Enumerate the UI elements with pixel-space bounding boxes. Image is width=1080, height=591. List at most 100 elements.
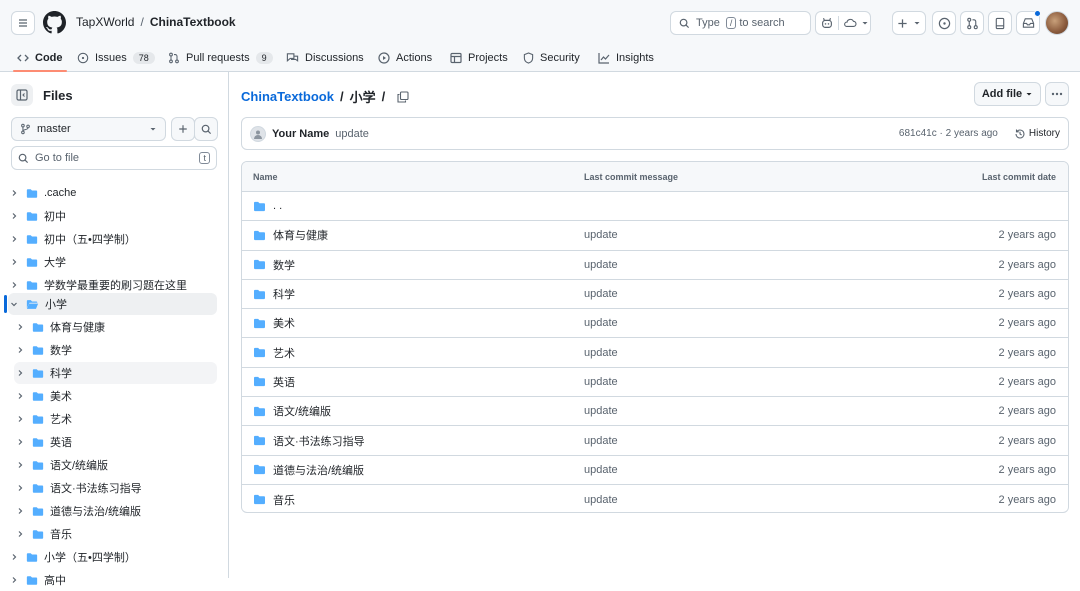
row-name[interactable]: 英语 bbox=[273, 374, 295, 390]
tree-item[interactable]: 语文/统编版 bbox=[14, 454, 217, 476]
chevron-right-icon bbox=[8, 576, 20, 584]
tree-item[interactable]: 高中 bbox=[8, 569, 217, 591]
collapse-sidebar-button[interactable] bbox=[11, 84, 33, 106]
row-commit-message[interactable]: update bbox=[584, 397, 618, 425]
commit-meta[interactable]: 681c41c · 2 years ago bbox=[899, 128, 998, 139]
table-row[interactable]: 英语 update 2 years ago bbox=[242, 368, 1068, 398]
row-commit-message[interactable]: update bbox=[584, 485, 618, 512]
copy-path-icon[interactable] bbox=[397, 90, 409, 103]
repo-link[interactable]: ChinaTextbook bbox=[150, 15, 236, 29]
table-row[interactable]: 语文·书法练习指导 update 2 years ago bbox=[242, 426, 1068, 456]
table-row-parent[interactable]: . . bbox=[242, 192, 1068, 222]
chevron-down-icon bbox=[862, 22, 868, 25]
top-bar: TapXWorld / ChinaTextbook Type / to sear… bbox=[0, 0, 1080, 72]
row-name[interactable]: 科学 bbox=[273, 286, 295, 302]
row-name[interactable]: 体育与健康 bbox=[273, 227, 328, 243]
row-name[interactable]: 美术 bbox=[273, 315, 295, 331]
pull-requests-icon[interactable] bbox=[960, 11, 984, 35]
create-new-button[interactable] bbox=[892, 11, 926, 35]
file-table: Name Last commit message Last commit dat… bbox=[241, 161, 1069, 513]
chevron-right-icon bbox=[14, 346, 26, 354]
row-commit-message[interactable]: update bbox=[584, 309, 618, 337]
row-name[interactable]: 音乐 bbox=[273, 492, 295, 508]
folder-icon bbox=[253, 494, 266, 505]
tree-item[interactable]: 大学 bbox=[8, 251, 217, 273]
tree-item[interactable]: 体育与健康 bbox=[14, 316, 217, 338]
table-row[interactable]: 科学 update 2 years ago bbox=[242, 280, 1068, 310]
tab-code[interactable]: Code bbox=[13, 44, 66, 72]
row-commit-message[interactable]: update bbox=[584, 251, 618, 279]
table-row[interactable]: 体育与健康 update 2 years ago bbox=[242, 221, 1068, 251]
row-name[interactable]: 艺术 bbox=[273, 345, 295, 361]
row-name[interactable]: . . bbox=[273, 200, 282, 212]
tree-item[interactable]: 音乐 bbox=[14, 523, 217, 545]
avatar[interactable] bbox=[1045, 11, 1069, 35]
tree-item[interactable]: 初中（五•四学制） bbox=[8, 228, 217, 250]
tab-actions[interactable]: Actions bbox=[378, 44, 432, 72]
history-link[interactable]: History bbox=[1014, 128, 1060, 140]
row-name[interactable]: 语文·书法练习指导 bbox=[273, 433, 365, 449]
table-row[interactable]: 音乐 update 2 years ago bbox=[242, 485, 1068, 512]
tree-item-label: 初中（五•四学制） bbox=[44, 234, 136, 246]
code-icon bbox=[17, 54, 29, 62]
more-options-button[interactable] bbox=[1045, 82, 1069, 106]
row-commit-message[interactable]: update bbox=[584, 456, 618, 484]
tree-item[interactable]: 美术 bbox=[14, 385, 217, 407]
tree-item[interactable]: 道德与法治/统编版 bbox=[14, 500, 217, 522]
chevron-right-icon bbox=[14, 530, 26, 538]
row-commit-message[interactable]: update bbox=[584, 426, 618, 454]
tab-pull-requests[interactable]: Pull requests 9 bbox=[168, 44, 273, 72]
commit-message[interactable]: update bbox=[335, 128, 369, 140]
table-row[interactable]: 道德与法治/统编版 update 2 years ago bbox=[242, 456, 1068, 485]
row-commit-message[interactable]: update bbox=[584, 338, 618, 366]
row-name[interactable]: 道德与法治/统编版 bbox=[273, 462, 364, 478]
tree-item[interactable]: 小学（五•四学制） bbox=[8, 546, 217, 568]
tab-discussions[interactable]: Discussions bbox=[286, 44, 364, 72]
chevron-right-icon bbox=[8, 553, 20, 561]
issues-icon[interactable] bbox=[932, 11, 956, 35]
tab-label: Discussions bbox=[305, 52, 364, 64]
repositories-icon[interactable] bbox=[988, 11, 1012, 35]
folder-icon bbox=[253, 289, 266, 300]
branch-selector[interactable]: master bbox=[11, 117, 166, 141]
copilot-button[interactable] bbox=[815, 11, 871, 35]
folder-icon bbox=[26, 188, 38, 199]
tree-item[interactable]: 初中 bbox=[8, 205, 217, 227]
author-avatar-icon[interactable] bbox=[250, 125, 266, 142]
folder-icon bbox=[26, 234, 38, 245]
row-commit-message[interactable]: update bbox=[584, 368, 618, 396]
row-name[interactable]: 数学 bbox=[273, 257, 295, 273]
owner-link[interactable]: TapXWorld bbox=[76, 15, 134, 29]
chevron-right-icon bbox=[14, 438, 26, 446]
tree-item[interactable]: 艺术 bbox=[14, 408, 217, 430]
path-root-link[interactable]: ChinaTextbook bbox=[241, 89, 334, 104]
row-commit-date: 2 years ago bbox=[998, 375, 1056, 388]
search-files-button[interactable] bbox=[194, 117, 218, 141]
tree-item[interactable]: 数学 bbox=[14, 339, 217, 361]
add-file-sidebar-button[interactable] bbox=[171, 117, 195, 141]
tab-insights[interactable]: Insights bbox=[598, 44, 654, 72]
add-file-button[interactable]: Add file bbox=[974, 82, 1041, 106]
row-commit-message[interactable]: update bbox=[584, 221, 618, 249]
menu-icon[interactable] bbox=[11, 11, 35, 35]
row-name[interactable]: 语文/统编版 bbox=[273, 403, 331, 419]
table-row[interactable]: 语文/统编版 update 2 years ago bbox=[242, 397, 1068, 427]
sidebar-title: Files bbox=[43, 87, 73, 103]
go-to-file-input[interactable]: Go to file t bbox=[11, 146, 217, 170]
tree-item[interactable]: .cache bbox=[8, 182, 217, 204]
table-row[interactable]: 艺术 update 2 years ago bbox=[242, 338, 1068, 368]
search-input[interactable]: Type / to search bbox=[670, 11, 811, 35]
tree-item-selected[interactable]: 小学 bbox=[8, 293, 217, 315]
tab-projects[interactable]: Projects bbox=[450, 44, 508, 72]
row-commit-message[interactable]: update bbox=[584, 280, 618, 308]
tree-item[interactable]: 英语 bbox=[14, 431, 217, 453]
github-logo-icon[interactable] bbox=[43, 11, 66, 34]
table-row[interactable]: 数学 update 2 years ago bbox=[242, 251, 1068, 280]
tab-issues[interactable]: Issues 78 bbox=[77, 44, 155, 72]
tree-item[interactable]: 科学 bbox=[14, 362, 217, 384]
tab-security[interactable]: Security bbox=[523, 44, 580, 72]
table-row[interactable]: 美术 update 2 years ago bbox=[242, 309, 1068, 339]
tree-item[interactable]: 语文·书法练习指导 bbox=[14, 477, 217, 499]
folder-icon bbox=[32, 345, 44, 356]
commit-author[interactable]: Your Name bbox=[272, 128, 329, 140]
